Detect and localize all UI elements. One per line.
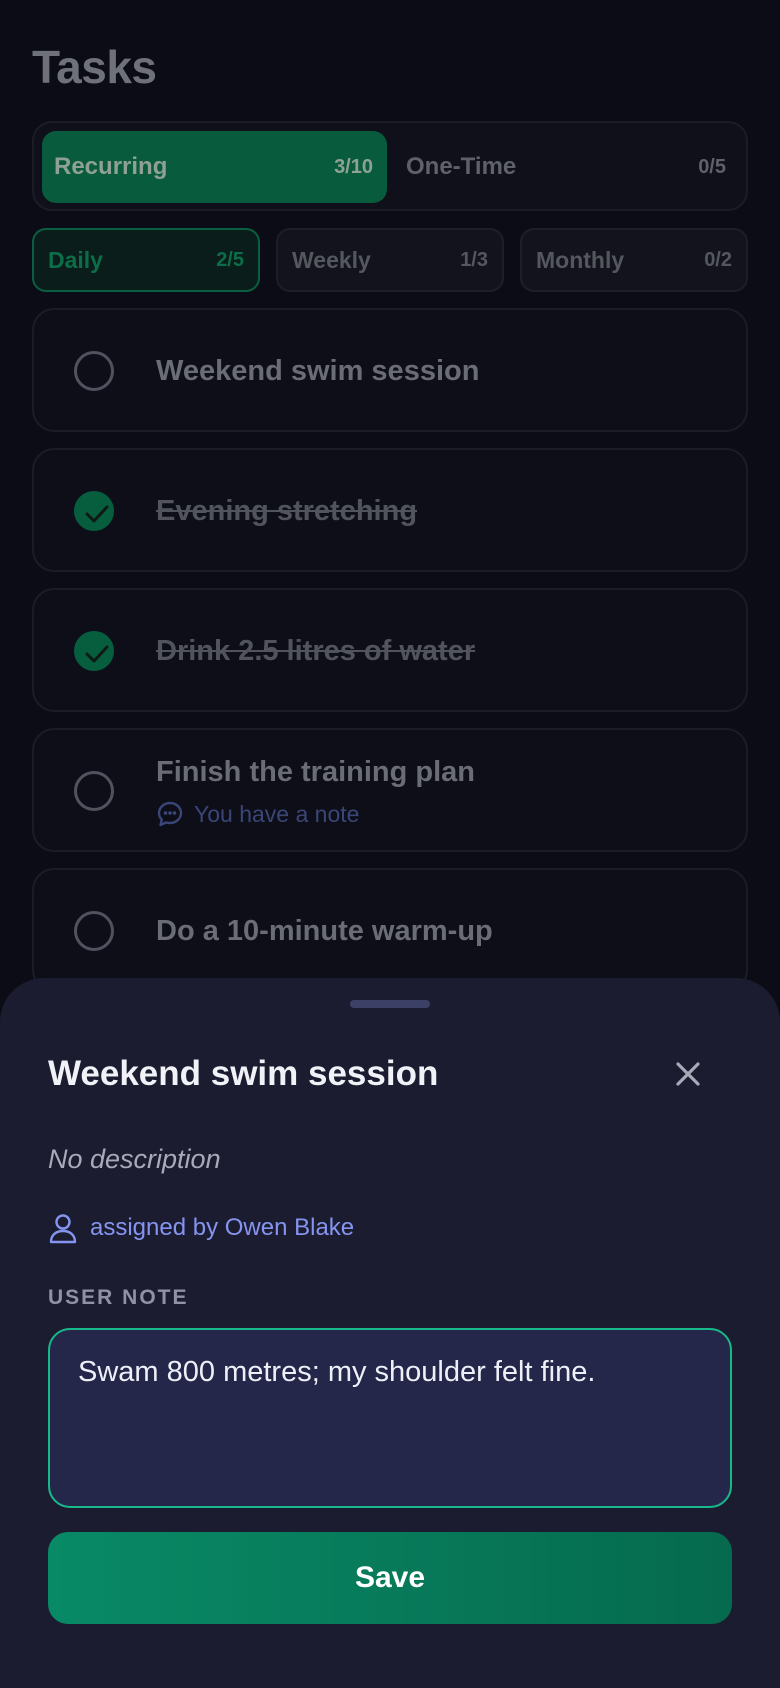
task-title: Do a 10-minute warm-up [156, 915, 493, 947]
segment-one-time[interactable]: One-Time 0/5 [394, 131, 740, 203]
tab-count: 2/5 [216, 248, 244, 271]
task-title: Finish the training plan [156, 756, 475, 788]
task-checkbox[interactable] [74, 911, 114, 951]
task-title: Evening stretching [156, 495, 418, 527]
user-note-input[interactable]: Swam 800 metres; my shoulder felt fine. [48, 1328, 732, 1508]
tab-label: Daily [48, 246, 103, 273]
assigned-by-text: assigned by Owen Blake [90, 1214, 355, 1241]
close-icon [676, 1062, 700, 1086]
chat-bubble-icon [157, 801, 183, 827]
task-item[interactable]: Finish the training plan You have a note [32, 728, 748, 852]
task-note-indicator[interactable]: You have a note [156, 800, 359, 828]
task-item[interactable]: Evening stretching [32, 448, 748, 572]
save-button[interactable]: Save [48, 1532, 732, 1624]
segment-control: Recurring 3/10 One-Time 0/5 [32, 121, 748, 211]
user-note-label: USER NOTE [48, 1286, 189, 1309]
segment-count: 3/10 [334, 155, 373, 178]
tab-daily[interactable]: Daily 2/5 [32, 228, 260, 292]
segment-label: One-Time [406, 153, 517, 180]
task-description: No description [48, 1144, 221, 1174]
tab-label: Monthly [536, 246, 625, 273]
checkmark-icon [85, 505, 109, 523]
checkmark-icon [85, 645, 109, 663]
task-checkbox[interactable] [74, 771, 114, 811]
task-item[interactable]: Weekend swim session [32, 308, 748, 432]
tab-label: Weekly [292, 246, 371, 273]
segment-count: 0/5 [698, 155, 726, 178]
segment-recurring[interactable]: Recurring 3/10 [42, 131, 387, 203]
task-detail-sheet: Weekend swim session No description assi… [0, 978, 780, 1688]
assigned-by: assigned by Owen Blake [48, 1212, 354, 1244]
task-note-text: You have a note [194, 800, 360, 827]
task-item[interactable]: Drink 2.5 litres of water [32, 588, 748, 712]
tab-monthly[interactable]: Monthly 0/2 [520, 228, 748, 292]
segment-label: Recurring [54, 153, 168, 180]
sheet-title: Weekend swim session [48, 1054, 439, 1093]
tab-count: 0/2 [704, 248, 732, 271]
tab-weekly[interactable]: Weekly 1/3 [276, 228, 504, 292]
user-icon [49, 1214, 77, 1244]
task-item[interactable]: Do a 10-minute warm-up [32, 868, 748, 992]
task-title: Weekend swim session [156, 355, 480, 387]
page-title: Tasks [32, 41, 157, 93]
close-button[interactable] [668, 1054, 708, 1094]
tab-count: 1/3 [460, 248, 488, 271]
task-checkbox[interactable] [74, 351, 114, 391]
task-checkbox-checked[interactable] [74, 491, 114, 531]
task-checkbox-checked[interactable] [74, 631, 114, 671]
sheet-drag-handle[interactable] [350, 1000, 430, 1008]
screen: Tasks Recurring 3/10 One-Time 0/5 Daily … [0, 0, 780, 1688]
task-title: Drink 2.5 litres of water [156, 635, 476, 667]
